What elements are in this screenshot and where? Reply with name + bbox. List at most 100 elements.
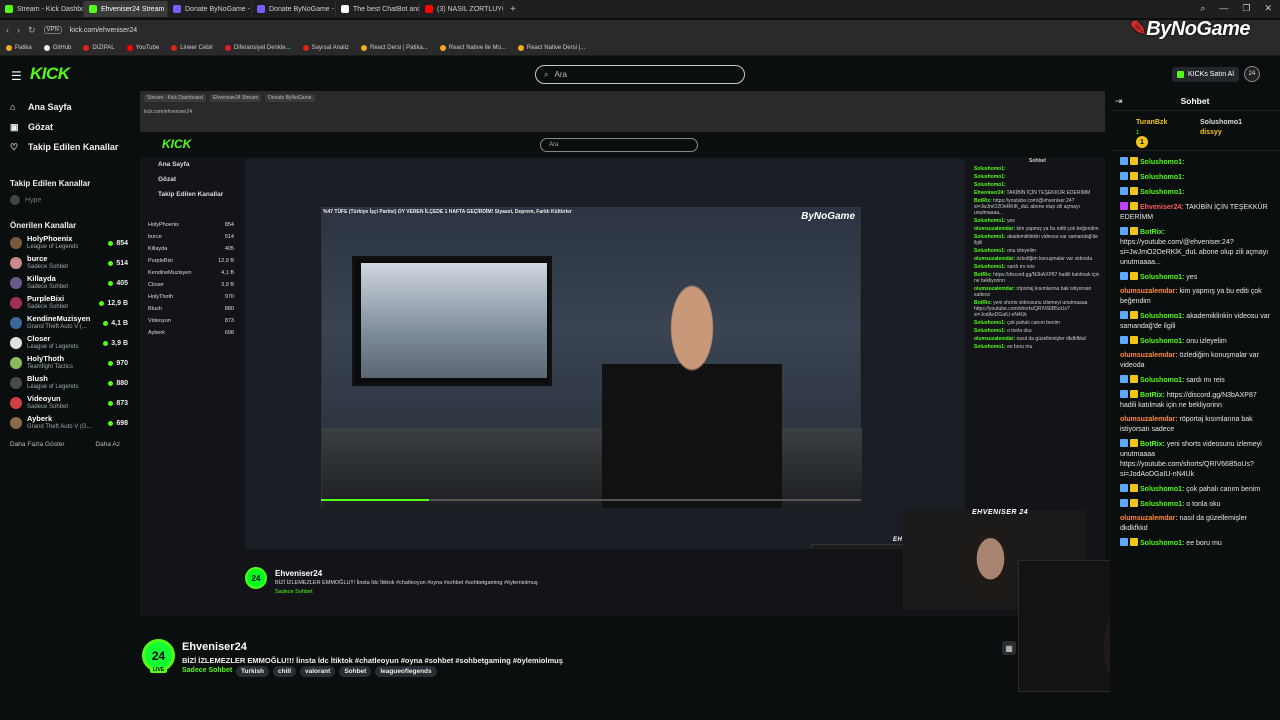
- bookmark-item[interactable]: React Native ile Mo...: [439, 44, 506, 51]
- kick-logo[interactable]: KICK: [30, 64, 70, 84]
- bynogame-overlay-logo: ✎ByNoGame: [1130, 16, 1251, 41]
- chat-username[interactable]: olumsuzalemdar:: [1120, 416, 1178, 423]
- sidebar-item-browse[interactable]: ▣ Gözat: [0, 117, 136, 137]
- vpn-badge[interactable]: VPN: [43, 26, 62, 34]
- nested-kick-header: KICK Ara: [140, 133, 1105, 157]
- browser-tab[interactable]: Stream - Kick Dashboard✕: [0, 1, 84, 17]
- gift-button[interactable]: ▦: [1002, 641, 1016, 655]
- top-gifter-1-count: 1: [1136, 130, 1140, 136]
- chat-username[interactable]: Solushomo1:: [1140, 189, 1184, 196]
- chat-username[interactable]: olumsuzalemdar:: [1120, 515, 1178, 522]
- reload-icon[interactable]: ↻: [28, 25, 36, 36]
- browser-tab[interactable]: (3) NASIL ZORTLUYORUM✕: [420, 1, 504, 17]
- recommended-channel[interactable]: Killayda Sadece Sohbet 405: [0, 273, 136, 293]
- nested-chat-user: Ehveniser24:: [974, 190, 1006, 196]
- back-icon[interactable]: ‹: [6, 25, 9, 35]
- browser-tab[interactable]: Donate ByNoGame - BNG✕: [252, 1, 336, 17]
- channel-name: Ayberk: [27, 415, 53, 423]
- chat-username[interactable]: Solushomo1:: [1140, 174, 1184, 181]
- recommended-channel[interactable]: KendineMuzisyen Grand Theft Auto V (... 4,…: [0, 313, 136, 333]
- followed-channel-hype[interactable]: Hype: [0, 191, 136, 209]
- recommended-channel[interactable]: Ayberk Grand Theft Auto V (G... 698: [0, 413, 136, 433]
- nested-chat-line: olumsuzalemdar: özlediğim konuşmalar var…: [970, 255, 1105, 263]
- top-gifter-3[interactable]: dissyy: [1200, 129, 1222, 136]
- browser-tab[interactable]: Donate ByNoGame - Geli✕: [168, 1, 252, 17]
- chat-username[interactable]: Solushomo1:: [1140, 540, 1184, 547]
- chat-text: sardı mı reis: [1186, 377, 1225, 384]
- buy-kicks-button[interactable]: KICKs Satın Al: [1172, 67, 1239, 82]
- stream-tag[interactable]: leagueoflegends: [375, 666, 437, 677]
- browser-tab[interactable]: The best ChatBot and Wi✕: [336, 1, 420, 17]
- chat-username[interactable]: Solushomo1:: [1140, 159, 1184, 166]
- bookmark-item[interactable]: Patika: [6, 44, 32, 51]
- bookmark-item[interactable]: YouTube: [126, 44, 159, 51]
- bookmark-favicon-icon: [517, 44, 524, 51]
- stream-category[interactable]: Sadece Sohbet: [182, 667, 232, 674]
- recommended-channel[interactable]: HolyPhoenix League of Legends 854: [0, 233, 136, 253]
- bookmark-item[interactable]: Lineer Cebir: [171, 44, 213, 51]
- video-progress-bar[interactable]: [321, 499, 861, 501]
- search-input[interactable]: ⌕ Ara: [535, 65, 745, 84]
- chat-username[interactable]: Solushomo1:: [1140, 377, 1184, 384]
- chat-username[interactable]: BotRix:: [1140, 229, 1165, 236]
- viewer-count-value: 698: [116, 419, 128, 427]
- menu-icon[interactable]: ☰: [11, 69, 22, 83]
- bookmark-favicon-icon: [6, 44, 12, 51]
- bookmark-item[interactable]: DIZIPAL: [83, 44, 115, 51]
- chat-username[interactable]: olumsuzalemdar:: [1120, 288, 1178, 295]
- stream-tag[interactable]: Sohbet: [339, 666, 372, 677]
- show-more-link[interactable]: Daha Fazla Göster: [10, 441, 65, 448]
- recommended-channel[interactable]: Blush League of Legends 880: [0, 373, 136, 393]
- sidebar-item-home[interactable]: ⌂ Ana Sayfa: [0, 97, 136, 117]
- nested-chat-line: BotRix: https://discord.gg/N3bAXP87 hadi…: [970, 271, 1105, 285]
- channel-game: Teamfight Tactics: [27, 364, 73, 370]
- top-gifter-2[interactable]: Solushomo1: [1200, 119, 1242, 126]
- forward-icon[interactable]: ›: [17, 25, 20, 35]
- sidebar-item-following[interactable]: ♡ Takip Edilen Kanallar: [0, 137, 136, 157]
- recommended-channel[interactable]: HolyThoth Teamfight Tactics 970: [0, 353, 136, 373]
- chat-username[interactable]: Ehveniser24:: [1140, 204, 1184, 211]
- bookmark-item[interactable]: GitHub: [43, 44, 71, 51]
- recommended-channel[interactable]: burce Sadece Sohbet 514: [0, 253, 136, 273]
- stream-tag[interactable]: valorant: [300, 666, 336, 677]
- url-field[interactable]: kick.com/ehveniser24: [70, 27, 137, 34]
- channel-game: Grand Theft Auto V (...: [27, 324, 87, 330]
- chat-username[interactable]: Solushomo1:: [1140, 274, 1184, 281]
- browser-tab[interactable]: Ehveniser24 Stream - Ki✕: [84, 1, 168, 17]
- viewer-count-value: 4,1 B: [111, 319, 128, 327]
- chat-username[interactable]: Solushomo1:: [1140, 338, 1184, 345]
- bookmark-item[interactable]: Diferansiyel Denkle...: [224, 44, 291, 51]
- browser-search-icon[interactable]: ⌕: [1200, 3, 1205, 14]
- bookmark-item[interactable]: React Dersi | Patika...: [360, 44, 428, 51]
- minimize-button[interactable]: —: [1219, 3, 1228, 14]
- show-less-link[interactable]: Daha Az: [95, 441, 120, 448]
- heart-icon: ♡: [10, 141, 19, 152]
- chat-username[interactable]: BotRix:: [1140, 392, 1165, 399]
- chat-username[interactable]: BotRix:: [1140, 441, 1165, 448]
- chat-message: Solushomo1:: [1120, 187, 1274, 198]
- viewer-count: 880: [108, 380, 128, 387]
- channel-game: Grand Theft Auto V (G...: [27, 424, 92, 430]
- kicks-icon: [1177, 71, 1184, 78]
- new-tab-button[interactable]: +: [504, 4, 522, 15]
- bookmark-item[interactable]: Sayısal Analiz: [302, 44, 349, 51]
- recommended-channel[interactable]: Closer League of Legends 3,9 B: [0, 333, 136, 353]
- chat-username[interactable]: Solushomo1:: [1140, 313, 1184, 320]
- user-avatar[interactable]: 24: [1244, 66, 1260, 82]
- nested-channel-viewers: 873: [224, 318, 234, 324]
- stream-tag[interactable]: chill: [273, 666, 297, 677]
- close-window-button[interactable]: ✕: [1264, 3, 1272, 14]
- recommended-channel[interactable]: Videoyun Sadece Sohbet 873: [0, 393, 136, 413]
- bookmark-item[interactable]: React Native Dersi |...: [517, 44, 585, 51]
- viewer-count-value: 3,9 B: [111, 339, 128, 347]
- recommended-channel[interactable]: PurpleBixi Sadece Sohbet 12,9 B: [0, 293, 136, 313]
- maximize-button[interactable]: ❐: [1242, 3, 1250, 14]
- channel-name[interactable]: Ehveniser24: [182, 641, 247, 653]
- chat-username[interactable]: Solushomo1:: [1140, 486, 1184, 493]
- nested-chat-line: Ehveniser24: TAKİBİN İÇİN TEŞEKKÜR EDERİ…: [970, 189, 1105, 197]
- stream-tag[interactable]: Turkish: [236, 666, 269, 677]
- chat-username[interactable]: Solushomo1:: [1140, 501, 1184, 508]
- chat-messages: Solushomo1: Solushomo1: Solushomo1: Ehve…: [1110, 151, 1280, 549]
- top-gifter-1[interactable]: TuranBzk: [1136, 119, 1167, 126]
- chat-username[interactable]: olumsuzalemdar:: [1120, 352, 1178, 359]
